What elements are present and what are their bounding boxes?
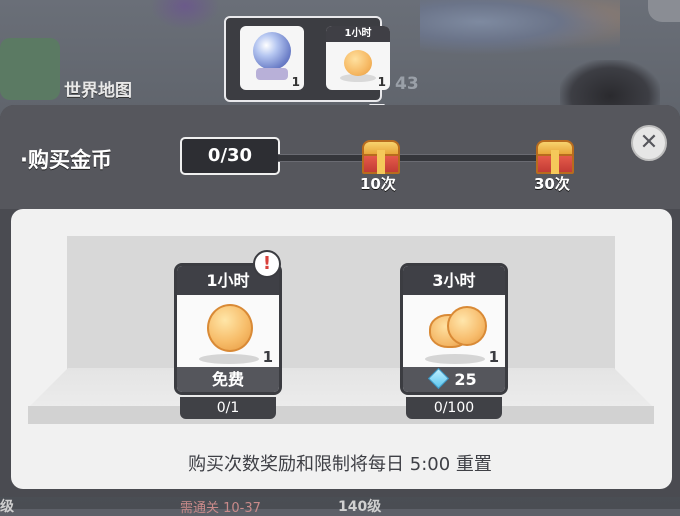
shelf-floor [28,368,654,408]
gold-coin-icon [447,306,487,346]
world-map-icon [0,38,60,100]
offer-duration: 3小时 [403,266,505,295]
tooltip-item-count: 1 [291,75,300,89]
tooltip-item-header: 1小时 [326,26,390,42]
coin-shadow [425,354,485,364]
tooltip-item-count: 1 [377,75,386,89]
tooltip-item-crystal-ball: 1 [240,26,304,90]
milestone-label: 10次 [360,175,396,193]
shelf-back [67,236,615,370]
close-icon: ✕ [639,130,659,155]
milestone-chest-10[interactable] [358,136,404,178]
offer-count: 1 [262,348,273,366]
coin-shadow [199,354,259,364]
close-button[interactable]: ✕ [631,125,667,161]
offer-price-free: 免费 [177,367,279,392]
crystal-ball-icon [253,32,291,70]
background-close-button [648,0,680,22]
reset-note: 购买次数奖励和限制将每日 5:00 重置 [188,454,492,475]
gold-coin-icon [344,50,372,76]
offer-count: 1 [488,348,499,366]
crystal-ball-base [256,68,288,80]
gold-coin-icon [207,304,253,352]
character-sprites [420,0,620,55]
shelf-edge [28,406,654,424]
chest-icon [551,150,559,174]
chest-icon [377,150,385,174]
offer-price-value: 25 [454,370,477,389]
background-level-text: 140级 [338,499,382,515]
progress-track [278,154,540,162]
tooltip-item-gold-coin: 1小时 1 [326,26,390,90]
milestone-chest-30[interactable] [532,136,578,178]
background-requirement-text: 需通关 10-37 [180,501,261,516]
exclamation-icon: ! [253,250,281,278]
offer-card-3h[interactable]: 3小时 1 25 [400,263,508,395]
gem-icon [428,367,450,390]
offer-limit: 0/1 [180,397,276,419]
milestone-label: 30次 [534,175,570,193]
offer-limit: 0/100 [406,397,502,419]
reward-tooltip: 1 1小时 1 [224,16,390,102]
purchase-progress-counter: 0/30 [180,137,280,175]
panel-title: ·购买金币 [20,148,112,172]
character-sprite [150,0,220,30]
background-number: 43 [395,74,419,94]
offer-price: 25 [403,367,505,392]
world-map-label: 世界地图 [64,81,132,101]
background-bottom-left-text: 级 [0,499,14,515]
alert-badge: ! [253,250,281,284]
